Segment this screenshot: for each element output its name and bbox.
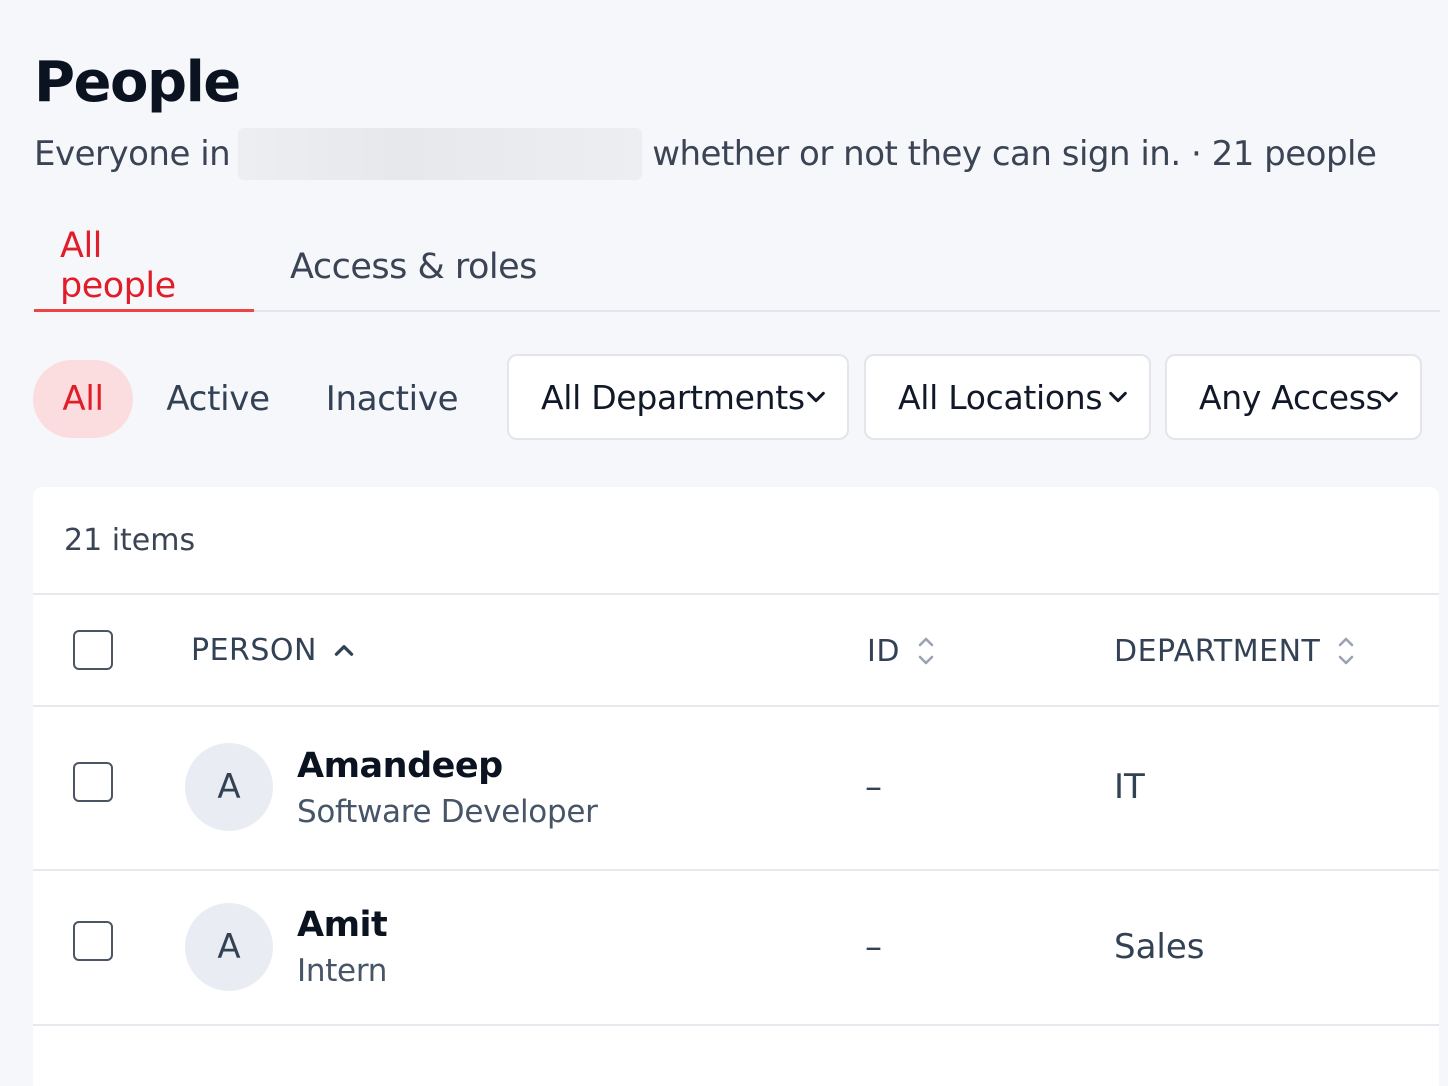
column-header-id[interactable]: ID <box>867 633 938 669</box>
person-role: Software Developer <box>297 794 598 830</box>
person-id: – <box>865 927 882 967</box>
avatar: A <box>185 743 273 831</box>
filter-all-button[interactable]: All <box>33 360 133 438</box>
person-department: IT <box>1114 767 1145 807</box>
people-page: People Everyone in whether or not they c… <box>0 0 1448 1086</box>
department-dropdown-value: All Departments <box>541 377 805 417</box>
divider <box>33 869 1439 871</box>
person-id: – <box>865 767 882 807</box>
filter-active-button[interactable]: Active <box>152 360 284 438</box>
page-title: People <box>34 50 241 115</box>
column-header-person-label: PERSON <box>191 633 317 668</box>
column-header-person[interactable]: PERSON <box>191 633 357 668</box>
column-header-department-label: DEPARTMENT <box>1114 633 1321 669</box>
chevron-down-icon <box>1109 391 1127 403</box>
sort-ascending-icon <box>334 644 354 656</box>
divider <box>33 593 1439 595</box>
subtitle-suffix: whether or not they can sign in. · 21 pe… <box>652 134 1377 174</box>
sort-unsorted-icon <box>1339 637 1354 665</box>
column-header-id-label: ID <box>867 633 900 669</box>
access-dropdown-value: Any Access <box>1199 377 1383 417</box>
item-count: 21 items <box>64 523 196 558</box>
department-dropdown[interactable]: All Departments <box>507 354 849 440</box>
location-dropdown[interactable]: All Locations <box>864 354 1151 440</box>
location-dropdown-value: All Locations <box>898 377 1103 417</box>
page-subtitle: Everyone in whether or not they can sign… <box>34 128 1377 180</box>
tab-all-people[interactable]: All people <box>34 222 254 312</box>
column-header-department[interactable]: DEPARTMENT <box>1114 633 1358 669</box>
chevron-down-icon <box>807 391 825 403</box>
divider <box>33 1024 1439 1026</box>
filter-inactive-button[interactable]: Inactive <box>316 360 468 438</box>
chevron-down-icon <box>1380 391 1398 403</box>
row-checkbox[interactable] <box>73 921 113 961</box>
avatar: A <box>185 903 273 991</box>
person-department: Sales <box>1114 927 1205 967</box>
row-checkbox[interactable] <box>73 762 113 802</box>
person-name[interactable]: Amit <box>297 905 388 945</box>
person-name[interactable]: Amandeep <box>297 746 503 786</box>
tab-access-roles[interactable]: Access & roles <box>254 222 563 312</box>
people-table-card: 21 items PERSON ID DEPARTMENT A Amandeep… <box>33 487 1439 1086</box>
redacted-organization-name <box>238 128 643 180</box>
tab-bar: All people Access & roles <box>34 222 1440 312</box>
select-all-checkbox[interactable] <box>73 630 113 670</box>
sort-unsorted-icon <box>918 637 934 665</box>
person-role: Intern <box>297 953 388 989</box>
access-dropdown[interactable]: Any Access <box>1165 354 1422 440</box>
divider <box>33 705 1439 707</box>
subtitle-prefix: Everyone in <box>34 134 231 174</box>
